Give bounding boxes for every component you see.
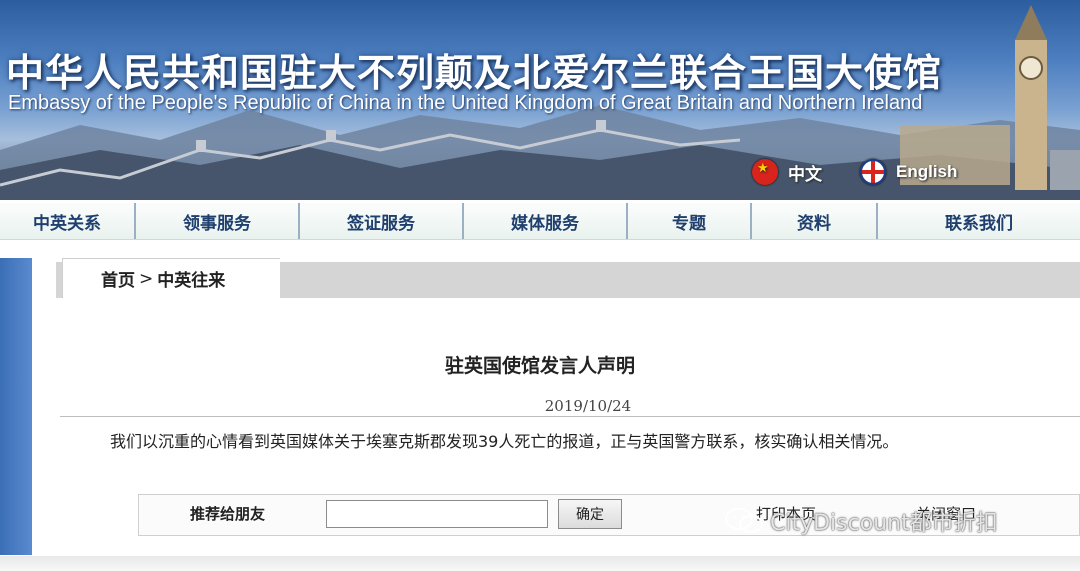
wechat-icon — [725, 508, 763, 533]
nav-item-china-uk-relations[interactable]: 中英关系 — [0, 203, 136, 239]
china-flag-icon — [752, 159, 778, 185]
watermark: CityDiscount都市折扣 — [724, 505, 998, 537]
nav-item-consular-services[interactable]: 领事服务 — [136, 203, 300, 239]
article-body: 我们以沉重的心情看到英国媒体关于埃塞克斯郡发现39人死亡的报道，正与英国警方联系… — [110, 432, 899, 451]
confirm-button[interactable]: 确定 — [558, 499, 622, 529]
nav-item-resources[interactable]: 资料 — [752, 203, 878, 239]
main-nav: 中英关系 领事服务 签证服务 媒体服务 专题 资料 联系我们 — [0, 203, 1080, 240]
breadcrumb-current[interactable]: 中英往来 — [157, 266, 225, 291]
embassy-title-zh: 中华人民共和国驻大不列颠及北爱尔兰联合王国大使馆 — [6, 51, 943, 95]
article-date: 2019/10/24 — [544, 397, 632, 415]
recommend-label: 推荐给朋友 — [190, 505, 266, 523]
breadcrumb: 首页 > 中英往来 — [62, 258, 280, 298]
language-chinese-label: 中文 — [788, 164, 822, 185]
watermark-text: CityDiscount都市折扣 — [770, 511, 998, 536]
recommend-email-input[interactable] — [326, 500, 548, 528]
nav-item-topics[interactable]: 专题 — [628, 203, 752, 239]
bottom-edge — [0, 556, 1080, 571]
divider — [60, 416, 1080, 417]
language-english-label: English — [896, 162, 958, 181]
nav-item-media-services[interactable]: 媒体服务 — [464, 203, 628, 239]
nav-item-visa-services[interactable]: 签证服务 — [300, 203, 464, 239]
breadcrumb-home[interactable]: 首页 — [101, 266, 135, 291]
embassy-title-en: Embassy of the People's Republic of Chin… — [8, 92, 923, 114]
language-chinese-link[interactable]: 中文 — [752, 158, 822, 186]
breadcrumb-separator: > — [139, 268, 154, 289]
article-title: 驻英国使馆发言人声明 — [444, 355, 635, 377]
header-banner: 中华人民共和国驻大不列颠及北爱尔兰联合王国大使馆 Embassy of the … — [0, 0, 1080, 200]
nav-item-contact-us[interactable]: 联系我们 — [878, 203, 1080, 239]
uk-flag-icon — [860, 159, 886, 185]
language-english-link[interactable]: English — [860, 158, 957, 186]
